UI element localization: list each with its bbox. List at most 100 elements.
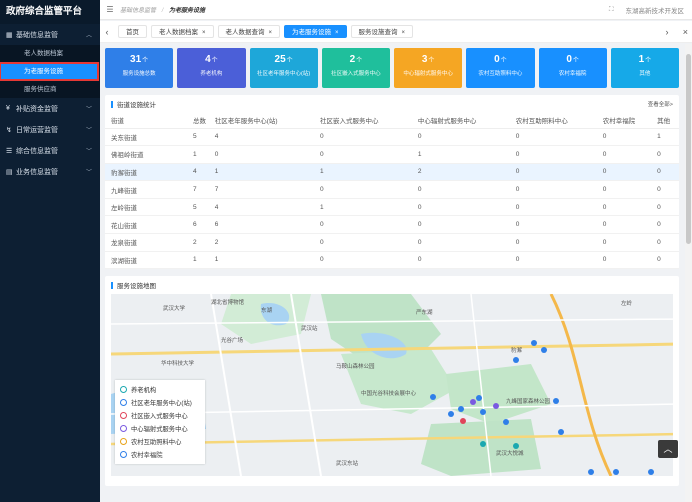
table-cell: 0 [657,215,679,235]
table-cell: 5 [193,128,215,147]
location-pin-icon [120,438,127,446]
menu-toggle-icon[interactable]: ☰ [100,5,120,14]
app-title: 政府综合监管平台 [0,0,100,24]
panel-title: 街道设施统计 [117,102,156,109]
stat-card[interactable]: 25个 社区老年服务中心(站) [249,48,318,88]
table-cell: 1 [657,128,679,147]
tab-elderly-facilities[interactable]: 为老服务设施 × [284,25,347,38]
table-cell: 1 [214,163,320,182]
close-icon[interactable]: × [683,27,688,37]
menu-group-basic-info[interactable]: ▦ 基础信息监管 ︿ [0,24,100,45]
legend-item[interactable]: 社区嵌入式服务中心 [120,409,200,422]
table-cell: 0 [515,163,603,182]
pulse-icon: ↯ [6,126,12,134]
table-header-cell: 社区老年服务中心(站) [214,113,320,129]
table-row[interactable]: 豹澥街道 4 1 1 2 0 0 0 [105,163,679,182]
tab-bar: ‹ 首页 老人数据档案 × 老人数据查询 × 为老服务设施 × 服务设施查询 × › × [100,21,692,43]
fullscreen-icon[interactable]: ⛶ [609,6,614,14]
menu-group-daily-ops[interactable]: ↯ 日常运营监管 ﹀ [0,119,100,140]
table-cell: 左岭街道 [105,198,193,217]
map-place-label: 豹澥 [511,348,523,355]
table-row[interactable]: 滨湖街道 1 1 0 0 0 0 0 [105,251,679,270]
table-row[interactable]: 佛祖岭街道 1 0 0 1 0 0 0 [105,145,679,164]
chevron-left-icon[interactable]: ‹ [100,27,114,37]
stat-card[interactable]: 0个 农村互助照料中心 [466,48,535,88]
region-label[interactable]: 东湖高新技术开发区 [626,5,685,15]
main-content: 31个 服务设施总数 4个 养老机构 25个 社区老年服务中心(站) 2个 社区… [100,44,684,502]
stat-card[interactable]: 3个 中心辐射式服务中心 [394,48,463,88]
table-cell: 2 [214,233,320,252]
table-cell: 4 [214,198,320,217]
menu-group-integrated-info[interactable]: ☰ 综合信息监管 ﹀ [0,140,100,161]
grid-icon: ▦ [6,31,13,39]
menu-group-subsidy[interactable]: ¥ 补贴资金监管 ﹀ [0,98,100,119]
tab-home[interactable]: 首页 [118,25,147,38]
table-cell: 1 [193,251,215,270]
facility-map-panel: 服务设施地图 武汉大学 东湖 华中科技大学 武汉东站 武汉大悦城 九峰国家森林公… [105,276,679,487]
page-scrollbar[interactable] [685,44,692,502]
breadcrumb-current: 为老服务设施 [169,8,206,14]
table-row[interactable]: 关东街道 5 4 0 0 0 0 1 [105,128,679,147]
table-cell: 0 [319,251,418,270]
table-cell: 0 [515,251,603,270]
table-cell: 九峰街道 [105,180,193,199]
view-all-link[interactable]: 查看全部> [648,100,673,108]
table-cell: 2 [193,233,215,252]
table-cell: 0 [657,233,679,252]
table-cell: 0 [657,251,679,270]
menu-group-business-info[interactable]: ▤ 业务信息监管 ﹀ [0,161,100,182]
table-row[interactable]: 九峰街道 7 7 0 0 0 0 0 [105,180,679,199]
street-stats-panel: 街道设施统计 查看全部> 街道 总数 社区老年服务中心(站) 社区嵌入式服务中心 中心辐… [105,95,679,270]
table-cell: 4 [214,128,320,147]
table-cell: 0 [602,163,658,182]
legend-item[interactable]: 农村幸福院 [120,448,200,461]
back-to-top-button[interactable]: ︿ [658,440,678,458]
map-place-label: 马鞍山森林公园 [336,364,375,371]
table-cell: 0 [657,163,679,182]
map-place-label: 湖北省博物馆 [211,300,245,307]
table-cell: 0 [417,233,516,252]
tab-facility-query[interactable]: 服务设施查询 × [350,25,414,38]
legend-item[interactable]: 中心辐射式服务中心 [120,422,200,435]
close-icon[interactable]: × [335,30,339,36]
close-icon[interactable]: × [269,30,273,36]
legend-item[interactable]: 农村互助照料中心 [120,435,200,448]
map-place-label: 左岭 [621,301,633,308]
legend-item[interactable]: 社区老年服务中心(站) [120,396,200,409]
stat-card[interactable]: 4个 养老机构 [177,48,246,88]
panel-title: 服务设施地图 [117,283,156,291]
table-cell: 2 [417,163,516,182]
menu-item-elderly-archive[interactable]: 老人数据档案 [0,45,100,62]
tab-elderly-archive[interactable]: 老人数据档案 × [151,25,214,38]
stat-card[interactable]: 31个 服务设施总数 [105,48,174,88]
chevron-right-icon[interactable]: › [660,27,674,37]
map-place-label: 华中科技大学 [161,361,195,368]
legend-item[interactable]: 养老机构 [120,383,200,396]
table-cell: 0 [602,251,658,270]
table-cell: 0 [319,128,418,147]
close-icon[interactable]: × [402,30,406,36]
table-cell: 0 [515,198,603,217]
table-cell: 0 [602,215,658,235]
stat-card[interactable]: 0个 农村幸福院 [538,48,607,88]
stat-card[interactable]: 2个 社区嵌入式服务中心 [321,48,390,88]
table-cell: 花山街道 [105,215,193,235]
table-cell: 豹澥街道 [105,163,193,182]
table-cell: 0 [602,233,658,252]
close-icon[interactable]: × [202,30,206,36]
table-row[interactable]: 龙泉街道 2 2 0 0 0 0 0 [105,233,679,252]
location-pin-icon [120,412,127,420]
table-row[interactable]: 左岭街道 5 4 1 0 0 0 0 [105,198,679,217]
table-row[interactable]: 花山街道 6 6 0 0 0 0 0 [105,215,679,235]
map-legend: 养老机构 社区老年服务中心(站) 社区嵌入式服务中心 中心辐射式服务中心 农村互助照料中… [115,380,205,465]
stat-card[interactable]: 1个 其他 [610,48,679,88]
table-cell: 6 [214,215,320,235]
breadcrumb-item[interactable]: 基础信息监管 [120,8,156,14]
menu-item-elderly-facilities[interactable]: 为老服务设施 [0,62,99,81]
facility-map[interactable]: 武汉大学 南湖 东湖 华中科技大学 武汉东站 武汉大悦城 九峰国家森林公园 光谷… [111,294,673,477]
menu-item-service-provider[interactable]: 服务供应商 [0,81,100,98]
map-place-label: 武汉站 [301,326,318,333]
sidebar: 政府综合监管平台 ▦ 基础信息监管 ︿ 老人数据档案 为老服务设施 服务供应商 … [0,0,100,502]
table-cell: 0 [417,251,516,270]
tab-elderly-query[interactable]: 老人数据查询 × [217,25,281,38]
